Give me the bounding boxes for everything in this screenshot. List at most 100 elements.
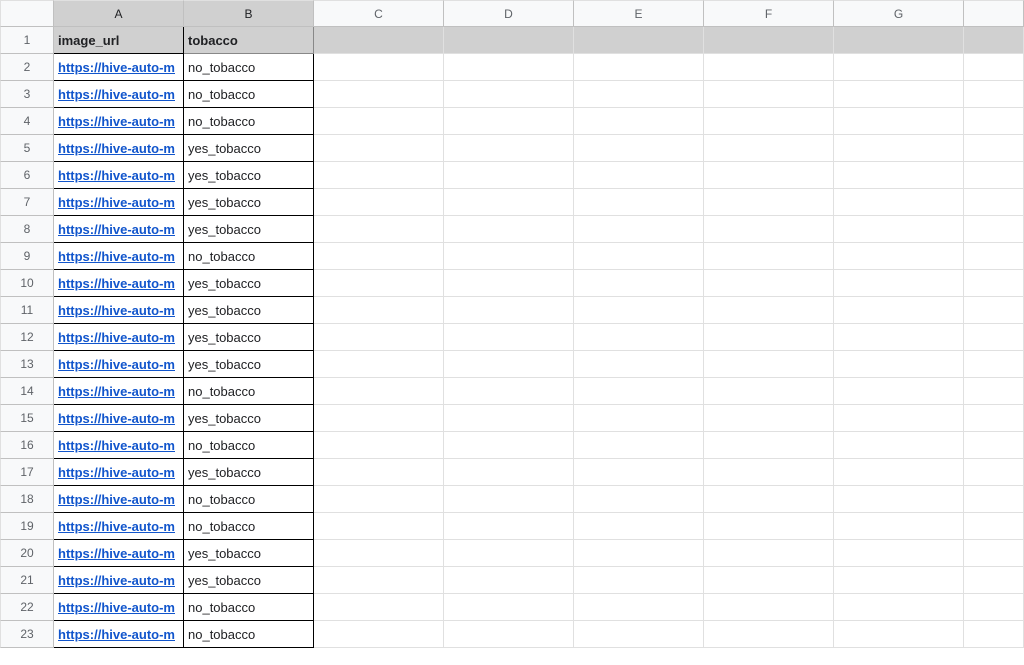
cell-F2[interactable] xyxy=(704,54,834,81)
cell-E10[interactable] xyxy=(574,270,704,297)
cell-D21[interactable] xyxy=(444,567,574,594)
cell-C20[interactable] xyxy=(314,540,444,567)
cell-G2[interactable] xyxy=(834,54,964,81)
cell-F7[interactable] xyxy=(704,189,834,216)
cell-extra3[interactable] xyxy=(964,81,1024,108)
cell-E5[interactable] xyxy=(574,135,704,162)
col-header-B[interactable]: B xyxy=(184,0,314,27)
row-header-22[interactable]: 22 xyxy=(0,594,54,621)
cell-extra13[interactable] xyxy=(964,351,1024,378)
cell-F21[interactable] xyxy=(704,567,834,594)
cell-extra10[interactable] xyxy=(964,270,1024,297)
col-header-F[interactable]: F xyxy=(704,0,834,27)
cell-B14[interactable]: no_tobacco xyxy=(184,378,314,405)
link[interactable]: https://hive-auto-m xyxy=(58,600,175,615)
cell-E19[interactable] xyxy=(574,513,704,540)
cell-C6[interactable] xyxy=(314,162,444,189)
cell-B6[interactable]: yes_tobacco xyxy=(184,162,314,189)
col-header-G[interactable]: G xyxy=(834,0,964,27)
cell-A9[interactable]: https://hive-auto-m xyxy=(54,243,184,270)
cell-F10[interactable] xyxy=(704,270,834,297)
cell-G1[interactable] xyxy=(834,27,964,54)
cell-A21[interactable]: https://hive-auto-m xyxy=(54,567,184,594)
cell-extra11[interactable] xyxy=(964,297,1024,324)
cell-G20[interactable] xyxy=(834,540,964,567)
cell-F15[interactable] xyxy=(704,405,834,432)
cell-D19[interactable] xyxy=(444,513,574,540)
cell-G18[interactable] xyxy=(834,486,964,513)
cell-D11[interactable] xyxy=(444,297,574,324)
cell-E9[interactable] xyxy=(574,243,704,270)
cell-A10[interactable]: https://hive-auto-m xyxy=(54,270,184,297)
cell-E1[interactable] xyxy=(574,27,704,54)
cell-C17[interactable] xyxy=(314,459,444,486)
cell-D17[interactable] xyxy=(444,459,574,486)
cell-F17[interactable] xyxy=(704,459,834,486)
cell-A22[interactable]: https://hive-auto-m xyxy=(54,594,184,621)
select-all-corner[interactable] xyxy=(0,0,54,27)
cell-E14[interactable] xyxy=(574,378,704,405)
cell-C7[interactable] xyxy=(314,189,444,216)
row-header-18[interactable]: 18 xyxy=(0,486,54,513)
row-header-12[interactable]: 12 xyxy=(0,324,54,351)
cell-D5[interactable] xyxy=(444,135,574,162)
cell-E17[interactable] xyxy=(574,459,704,486)
link[interactable]: https://hive-auto-m xyxy=(58,249,175,264)
cell-C8[interactable] xyxy=(314,216,444,243)
cell-B11[interactable]: yes_tobacco xyxy=(184,297,314,324)
link[interactable]: https://hive-auto-m xyxy=(58,222,175,237)
cell-E16[interactable] xyxy=(574,432,704,459)
row-header-4[interactable]: 4 xyxy=(0,108,54,135)
cell-B17[interactable]: yes_tobacco xyxy=(184,459,314,486)
cell-extra2[interactable] xyxy=(964,54,1024,81)
cell-F5[interactable] xyxy=(704,135,834,162)
cell-extra23[interactable] xyxy=(964,621,1024,648)
cell-G9[interactable] xyxy=(834,243,964,270)
cell-E6[interactable] xyxy=(574,162,704,189)
cell-D16[interactable] xyxy=(444,432,574,459)
row-header-21[interactable]: 21 xyxy=(0,567,54,594)
cell-B2[interactable]: no_tobacco xyxy=(184,54,314,81)
cell-G12[interactable] xyxy=(834,324,964,351)
cell-extra21[interactable] xyxy=(964,567,1024,594)
cell-F23[interactable] xyxy=(704,621,834,648)
cell-extra12[interactable] xyxy=(964,324,1024,351)
cell-C16[interactable] xyxy=(314,432,444,459)
row-header-11[interactable]: 11 xyxy=(0,297,54,324)
cell-G14[interactable] xyxy=(834,378,964,405)
cell-C10[interactable] xyxy=(314,270,444,297)
cell-B4[interactable]: no_tobacco xyxy=(184,108,314,135)
cell-A7[interactable]: https://hive-auto-m xyxy=(54,189,184,216)
cell-E12[interactable] xyxy=(574,324,704,351)
cell-G11[interactable] xyxy=(834,297,964,324)
cell-D7[interactable] xyxy=(444,189,574,216)
cell-D8[interactable] xyxy=(444,216,574,243)
link[interactable]: https://hive-auto-m xyxy=(58,465,175,480)
cell-D12[interactable] xyxy=(444,324,574,351)
cell-C5[interactable] xyxy=(314,135,444,162)
cell-B9[interactable]: no_tobacco xyxy=(184,243,314,270)
col-header-extra[interactable] xyxy=(964,0,1024,27)
cell-F18[interactable] xyxy=(704,486,834,513)
cell-G19[interactable] xyxy=(834,513,964,540)
cell-B12[interactable]: yes_tobacco xyxy=(184,324,314,351)
link[interactable]: https://hive-auto-m xyxy=(58,573,175,588)
cell-extra4[interactable] xyxy=(964,108,1024,135)
link[interactable]: https://hive-auto-m xyxy=(58,330,175,345)
cell-C4[interactable] xyxy=(314,108,444,135)
cell-A2[interactable]: https://hive-auto-m xyxy=(54,54,184,81)
link[interactable]: https://hive-auto-m xyxy=(58,141,175,156)
cell-G13[interactable] xyxy=(834,351,964,378)
cell-F6[interactable] xyxy=(704,162,834,189)
cell-A23[interactable]: https://hive-auto-m xyxy=(54,621,184,648)
row-header-1[interactable]: 1 xyxy=(0,27,54,54)
row-header-5[interactable]: 5 xyxy=(0,135,54,162)
link[interactable]: https://hive-auto-m xyxy=(58,411,175,426)
row-header-6[interactable]: 6 xyxy=(0,162,54,189)
cell-F3[interactable] xyxy=(704,81,834,108)
cell-D20[interactable] xyxy=(444,540,574,567)
cell-B16[interactable]: no_tobacco xyxy=(184,432,314,459)
cell-F12[interactable] xyxy=(704,324,834,351)
cell-C15[interactable] xyxy=(314,405,444,432)
cell-D18[interactable] xyxy=(444,486,574,513)
